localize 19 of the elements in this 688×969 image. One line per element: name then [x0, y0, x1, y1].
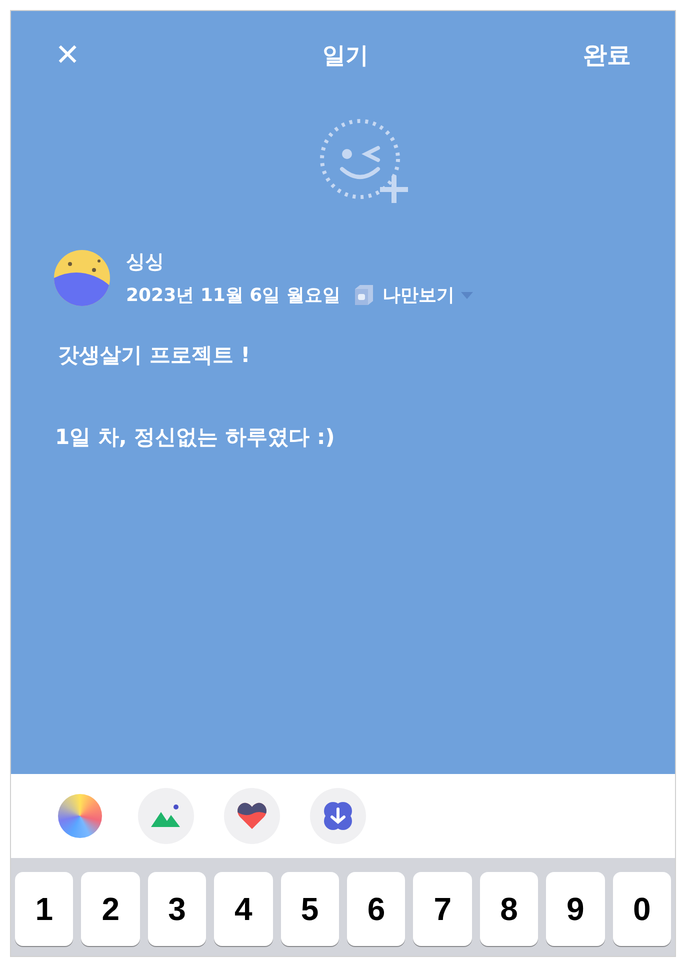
add-emoji-icon[interactable] [320, 119, 410, 205]
diary-text: 1일 차, 정신없는 하루였다 :) [55, 424, 336, 451]
number-key[interactable]: 9 [546, 872, 605, 946]
number-key[interactable]: 6 [347, 872, 406, 946]
caret-icon [460, 290, 474, 300]
number-key[interactable]: 7 [413, 872, 472, 946]
diary-title: 갓생살기 프로젝트 ! [58, 342, 252, 369]
diary-date: 2023년 11월 6일 월요일 [126, 284, 340, 307]
screen-title: 일기 [322, 42, 369, 70]
number-key[interactable]: 0 [612, 872, 672, 946]
author-name: 싱싱 [126, 250, 165, 275]
number-key[interactable]: 8 [480, 872, 538, 946]
number-key[interactable]: 3 [148, 872, 206, 946]
number-key[interactable]: 1 [15, 872, 74, 946]
mountain-icon [150, 803, 182, 829]
number-key[interactable]: 4 [214, 872, 273, 946]
number-key[interactable]: 5 [280, 872, 340, 946]
number-key[interactable]: 2 [81, 872, 140, 946]
download-sticker-icon [322, 800, 354, 832]
